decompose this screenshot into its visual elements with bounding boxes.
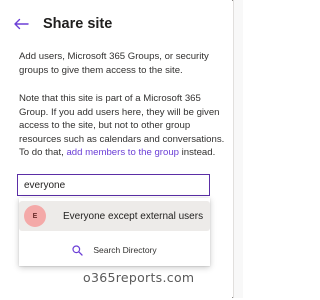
back-button[interactable] — [11, 14, 31, 34]
search-icon — [72, 244, 83, 256]
people-search-input[interactable] — [17, 174, 210, 196]
share-site-panel: Share site Add users, Microsoft 365 Grou… — [0, 0, 232, 298]
intro-text: Add users, Microsoft 365 Groups, or secu… — [19, 51, 209, 76]
group-note-text: Note that this site is part of a Microso… — [19, 92, 229, 160]
suggestion-item-everyone[interactable]: E Everyone except external users — [19, 201, 210, 231]
vertical-scrollbar[interactable] — [233, 0, 243, 298]
suggestions-dropdown: E Everyone except external users Search … — [19, 198, 210, 266]
avatar: E — [24, 205, 46, 227]
search-directory-button[interactable]: Search Directory — [19, 238, 210, 262]
back-arrow-icon — [14, 18, 29, 30]
search-directory-label: Search Directory — [93, 245, 157, 255]
page-title: Share site — [43, 16, 113, 32]
suggestion-label: Everyone except external users — [63, 210, 204, 222]
note-text-after: instead. — [179, 147, 216, 159]
add-members-link[interactable]: add members to the group — [66, 147, 179, 158]
panel-header: Share site — [11, 13, 112, 35]
watermark-text: o365reports.com — [83, 270, 195, 285]
